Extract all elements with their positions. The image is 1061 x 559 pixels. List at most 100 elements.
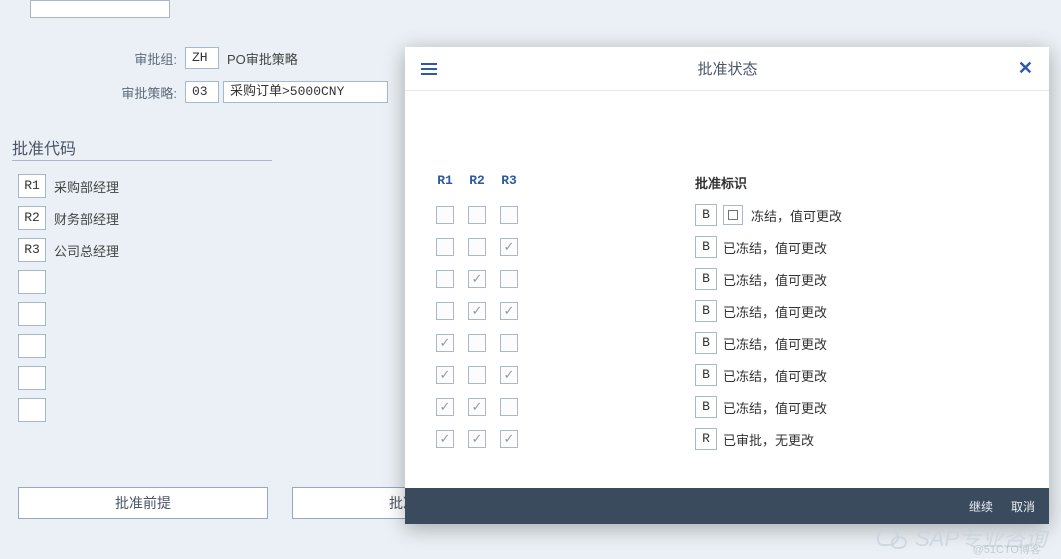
- watermark-text: SAP专业咨询: [915, 521, 1047, 553]
- checkbox[interactable]: [436, 238, 454, 256]
- code-row: R1采购部经理: [18, 170, 119, 202]
- field-strategy-desc[interactable]: 采购订单>5000CNY: [223, 81, 388, 103]
- code-input[interactable]: [18, 270, 46, 294]
- checkbox[interactable]: [468, 398, 486, 416]
- code-input[interactable]: [18, 334, 46, 358]
- checkbox[interactable]: [468, 302, 486, 320]
- label-approval-group: 审批组:: [0, 49, 185, 68]
- flag-code[interactable]: B: [695, 364, 717, 386]
- code-input[interactable]: R3: [18, 238, 46, 262]
- code-input[interactable]: [18, 302, 46, 326]
- code-row: [18, 362, 119, 394]
- flag-row: B 已冻结，值可更改: [695, 327, 842, 359]
- code-input[interactable]: R2: [18, 206, 46, 230]
- checkbox[interactable]: [500, 206, 518, 224]
- checkbox[interactable]: [468, 334, 486, 352]
- code-row: [18, 330, 119, 362]
- code-input[interactable]: [18, 398, 46, 422]
- check-row: [429, 391, 525, 423]
- flag-code[interactable]: B: [695, 300, 717, 322]
- checkbox[interactable]: [436, 334, 454, 352]
- flag-code[interactable]: R: [695, 428, 717, 450]
- flag-row: R已审批，无更改: [695, 423, 842, 455]
- code-label: 财务部经理: [54, 209, 119, 228]
- code-input[interactable]: [18, 366, 46, 390]
- check-row: [429, 199, 525, 231]
- flag-code[interactable]: B: [695, 204, 717, 226]
- flag-row: B 已冻结，值可更改: [695, 359, 842, 391]
- column-header: R2: [461, 173, 493, 188]
- watermark: SAP专业咨询: [877, 521, 1047, 553]
- text-group-desc: PO审批策略: [227, 49, 298, 68]
- checkbox[interactable]: [436, 366, 454, 384]
- flag-description: 已冻结，值可更改: [723, 398, 827, 417]
- code-label: 公司总经理: [54, 241, 119, 260]
- column-header: R1: [429, 173, 461, 188]
- flag-row: B 已冻结，值可更改: [695, 231, 842, 263]
- cancel-button[interactable]: 取消: [1011, 498, 1035, 515]
- field-strategy-code[interactable]: 03: [185, 81, 219, 103]
- check-row: [429, 263, 525, 295]
- check-row: [429, 295, 525, 327]
- checkbox[interactable]: [436, 398, 454, 416]
- checkbox[interactable]: [436, 206, 454, 224]
- dialog-title: 批准状态: [697, 58, 757, 79]
- close-icon[interactable]: ✕: [1018, 58, 1033, 79]
- column-header: R3: [493, 173, 525, 188]
- flag-description: 已冻结，值可更改: [723, 334, 827, 353]
- flag-description: 已冻结，值可更改: [723, 366, 827, 385]
- label-approval-strategy: 审批策略:: [0, 83, 185, 102]
- checkbox[interactable]: [468, 238, 486, 256]
- code-row: R2 财务部经理: [18, 202, 119, 234]
- section-title-approval-codes: 批准代码: [12, 135, 76, 159]
- watermark-sub: @51CTO博客: [973, 541, 1041, 557]
- checkbox[interactable]: [500, 302, 518, 320]
- lookup-icon[interactable]: [723, 205, 743, 225]
- checkbox[interactable]: [436, 270, 454, 288]
- check-column-headers: R1R2R3: [429, 173, 525, 188]
- check-row: [429, 327, 525, 359]
- checkbox[interactable]: [500, 270, 518, 288]
- flag-description: 已冻结，值可更改: [723, 302, 827, 321]
- flag-row: B 已冻结，值可更改: [695, 391, 842, 423]
- flag-description: 冻结，值可更改: [751, 206, 842, 225]
- code-row: R3 公司总经理: [18, 234, 119, 266]
- section-divider: [12, 160, 272, 161]
- checkbox[interactable]: [436, 302, 454, 320]
- flag-code[interactable]: B: [695, 332, 717, 354]
- checkbox[interactable]: [500, 366, 518, 384]
- code-row: [18, 394, 119, 426]
- check-row: [429, 359, 525, 391]
- flag-code[interactable]: B: [695, 396, 717, 418]
- checkbox[interactable]: [468, 206, 486, 224]
- checkbox[interactable]: [500, 430, 518, 448]
- checkbox[interactable]: [468, 270, 486, 288]
- field-group-code[interactable]: ZH: [185, 47, 219, 69]
- flag-code[interactable]: B: [695, 236, 717, 258]
- menu-icon[interactable]: [421, 63, 437, 75]
- checkbox[interactable]: [500, 398, 518, 416]
- wechat-icon-small: [891, 536, 907, 549]
- top-empty-input[interactable]: [30, 0, 170, 18]
- checkbox[interactable]: [500, 334, 518, 352]
- prerequisites-button[interactable]: 批准前提: [18, 487, 268, 519]
- code-row: [18, 266, 119, 298]
- flag-code[interactable]: B: [695, 268, 717, 290]
- flag-list: B 冻结，值可更改 B 已冻结，值可更改 B 已冻结，值可更改 B 已冻结，值可更改 B 已冻结，…: [695, 199, 842, 455]
- continue-button[interactable]: 继续: [969, 498, 993, 515]
- checkbox[interactable]: [436, 430, 454, 448]
- check-matrix: [429, 199, 525, 455]
- checkbox[interactable]: [500, 238, 518, 256]
- flag-description: 已冻结，值可更改: [723, 270, 827, 289]
- wechat-icon: [877, 528, 899, 546]
- checkbox[interactable]: [468, 430, 486, 448]
- checkbox[interactable]: [468, 366, 486, 384]
- dialog-body: R1R2R3 批准标识 B冻结，值可更改B已冻结，值可更改B已冻结，值可更改B已…: [405, 91, 1049, 488]
- dialog-footer: 继续 取消: [405, 488, 1049, 524]
- approval-code-list: R1采购部经理 R2 财务部经理 R3 公司总经理: [18, 170, 119, 426]
- code-row: [18, 298, 119, 330]
- flag-row: B 冻结，值可更改: [695, 199, 842, 231]
- code-input[interactable]: R1: [18, 174, 46, 198]
- flag-row: B 已冻结，值可更改: [695, 263, 842, 295]
- flag-description: 已冻结，值可更改: [723, 238, 827, 257]
